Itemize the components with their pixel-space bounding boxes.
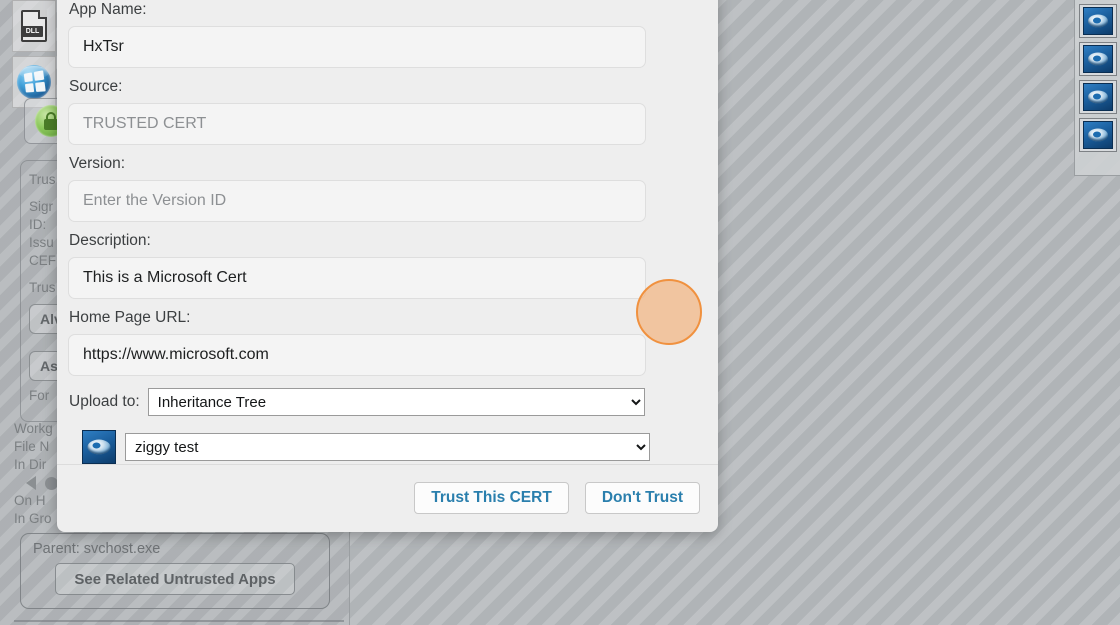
target-select[interactable]: ziggy test (125, 433, 650, 461)
ziggy-cloud-icon (82, 430, 116, 464)
source-input[interactable]: TRUSTED CERT (68, 103, 646, 145)
windows-orb-icon (17, 65, 51, 99)
dialog-form: App Name: HxTsr Source: TRUSTED CERT Ver… (57, 0, 718, 464)
dll-icon-label: DLL (22, 26, 43, 37)
parent-process-label: Parent: svchost.exe (33, 541, 161, 557)
description-label: Description: (69, 232, 151, 249)
version-label: Version: (69, 155, 126, 172)
app-name-label: App Name: (69, 1, 147, 18)
ziggy-cloud-icon (1082, 121, 1113, 149)
target-row: ziggy test (82, 430, 704, 464)
source-label: Source: (69, 78, 123, 95)
dialog-divider (57, 464, 718, 465)
dll-fold-shape (38, 10, 47, 19)
trust-this-cert-button[interactable]: Trust This CERT (414, 482, 569, 514)
description-input[interactable]: This is a Microsoft Cert (68, 257, 646, 299)
app-icon-strip: DLL (12, 0, 58, 112)
see-related-untrusted-apps-button[interactable]: See Related Untrusted Apps (55, 563, 295, 595)
desktop-background: DLL Trus Sigr ID: Issu CEF Trus Alv As F… (0, 0, 1120, 625)
dialog-button-row: Trust This CERT Don't Trust (414, 482, 700, 514)
parent-process-panel: Parent: svchost.exe See Related Untruste… (20, 533, 330, 609)
ziggy-rail-item[interactable] (1078, 118, 1117, 152)
trust-cert-dialog: App Name: HxTsr Source: TRUSTED CERT Ver… (57, 0, 718, 532)
ziggy-rail-item[interactable] (1078, 42, 1117, 76)
ziggy-cloud-icon (1082, 45, 1113, 73)
ziggy-rail-item[interactable] (1078, 4, 1117, 38)
home-page-url-label: Home Page URL: (69, 309, 191, 326)
ziggy-icon-rail (1074, 0, 1120, 176)
app-name-input[interactable]: HxTsr (68, 26, 646, 68)
version-input[interactable]: Enter the Version ID (68, 180, 646, 222)
ziggy-cloud-icon (1082, 7, 1113, 35)
ziggy-cloud-icon (1082, 83, 1113, 111)
orb-gloss (19, 66, 49, 79)
lock-body (44, 119, 58, 130)
ziggy-rail-item[interactable] (1078, 80, 1117, 114)
upload-to-label: Upload to: (69, 393, 140, 410)
upload-to-row: Upload to: Inheritance Tree (69, 388, 704, 416)
dont-trust-button[interactable]: Don't Trust (584, 482, 700, 514)
dll-file-icon-tile[interactable]: DLL (12, 0, 56, 52)
panel-divider (14, 620, 344, 622)
home-page-url-input[interactable]: https://www.microsoft.com (68, 334, 646, 376)
dll-file-icon: DLL (21, 10, 47, 42)
target-icon (82, 430, 116, 464)
previous-arrow-icon[interactable] (26, 476, 36, 490)
upload-to-select[interactable]: Inheritance Tree (147, 388, 645, 416)
